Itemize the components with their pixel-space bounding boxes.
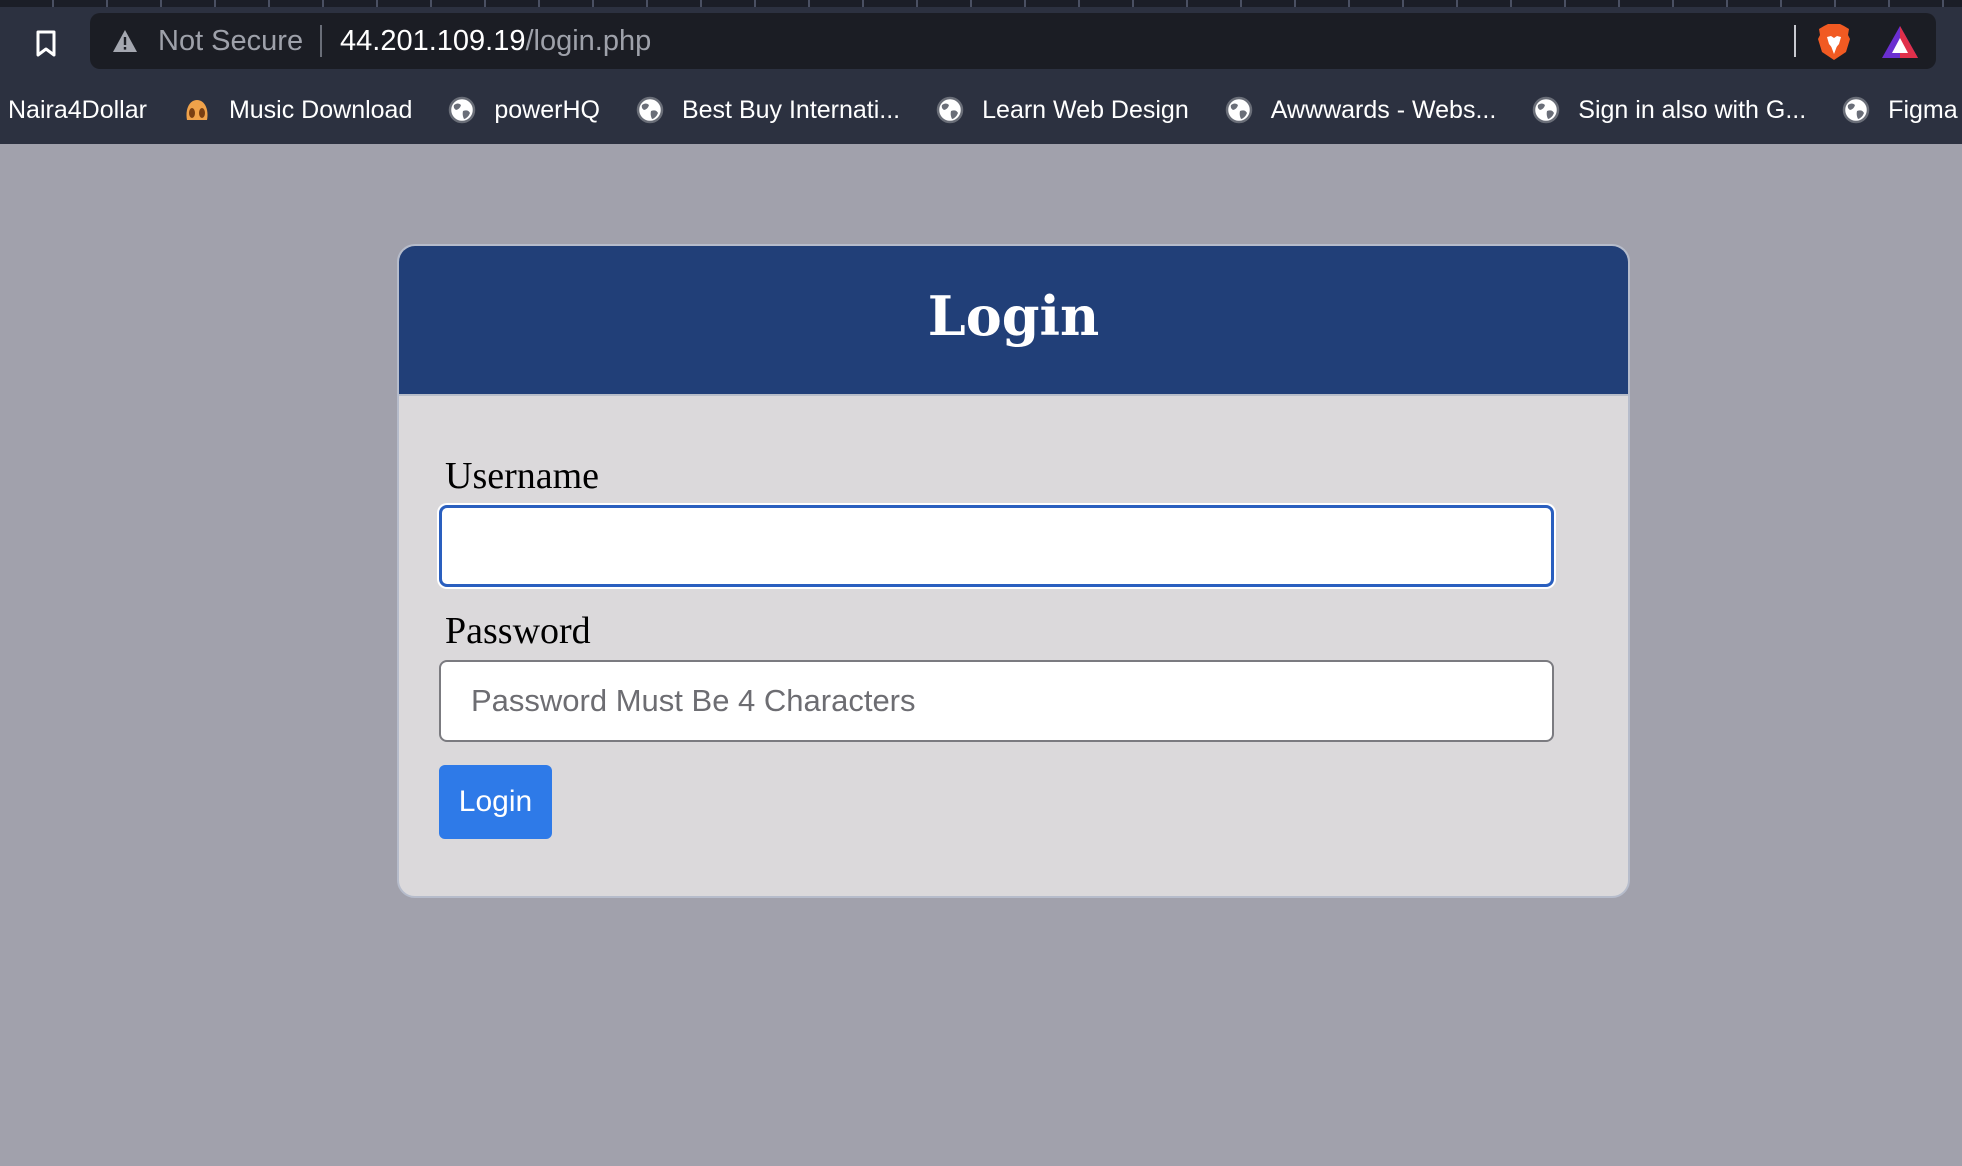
brave-rewards-icon[interactable] [1880, 24, 1920, 60]
browser-chrome: Not Secure 44.201.109.19/login.php Naira… [0, 0, 1962, 144]
bookmark-figma[interactable]: Figma [1842, 86, 1958, 134]
bookmark-label: Learn Web Design [982, 95, 1189, 124]
bookmark-icon[interactable] [26, 24, 66, 64]
address-bar[interactable]: Not Secure 44.201.109.19/login.php [90, 13, 1936, 69]
login-button[interactable]: Login [439, 765, 552, 839]
bookmark-label: Best Buy Internati... [681, 95, 901, 124]
music-app-icon [186, 100, 208, 120]
address-divider [320, 25, 322, 57]
globe-icon [1842, 96, 1870, 124]
username-label: Username [445, 455, 600, 497]
bookmarks-bar: Naira4Dollar Music Download powerHQ Best… [0, 86, 1962, 134]
address-divider-right [1794, 25, 1796, 57]
tab-strip[interactable] [0, 0, 1962, 7]
url-path: /login.php [525, 25, 652, 57]
globe-icon [936, 96, 964, 124]
login-card: Login Username Password Login [397, 244, 1630, 898]
globe-icon [1225, 96, 1252, 124]
bookmark-label: Music Download [228, 95, 413, 124]
login-card-header: Login [399, 246, 1628, 396]
bookmark-naira4dollar[interactable]: Naira4Dollar [8, 86, 147, 134]
bookmark-label: Naira4Dollar [8, 95, 147, 124]
username-input[interactable] [439, 505, 1554, 587]
bookmark-best-buy[interactable]: Best Buy Internati... [636, 86, 900, 134]
url-text[interactable]: 44.201.109.19/login.php [340, 26, 651, 56]
bookmark-music-download[interactable]: Music Download [183, 86, 412, 134]
bookmark-learn-web-design[interactable]: Learn Web Design [936, 86, 1189, 134]
password-label: Password [445, 610, 591, 652]
globe-icon [636, 96, 664, 124]
bookmark-label: Sign in also with G... [1578, 95, 1807, 124]
bookmark-label: Awwwards - Webs... [1270, 95, 1497, 124]
url-host: 44.201.109.19 [340, 25, 526, 57]
bookmark-powerhq[interactable]: powerHQ [448, 86, 600, 134]
bookmark-awwwards[interactable]: Awwwards - Webs... [1225, 86, 1497, 134]
globe-icon [449, 96, 476, 124]
warning-icon [113, 30, 137, 52]
bookmark-label: Figma [1888, 95, 1958, 124]
bookmark-label: powerHQ [494, 95, 600, 124]
brave-shields-icon[interactable] [1816, 23, 1852, 61]
security-status[interactable]: Not Secure [158, 26, 303, 56]
bookmark-sign-in[interactable]: Sign in also with G... [1532, 86, 1806, 134]
globe-icon [1533, 96, 1560, 124]
password-input[interactable] [439, 660, 1554, 742]
page-title: Login [927, 284, 1100, 348]
